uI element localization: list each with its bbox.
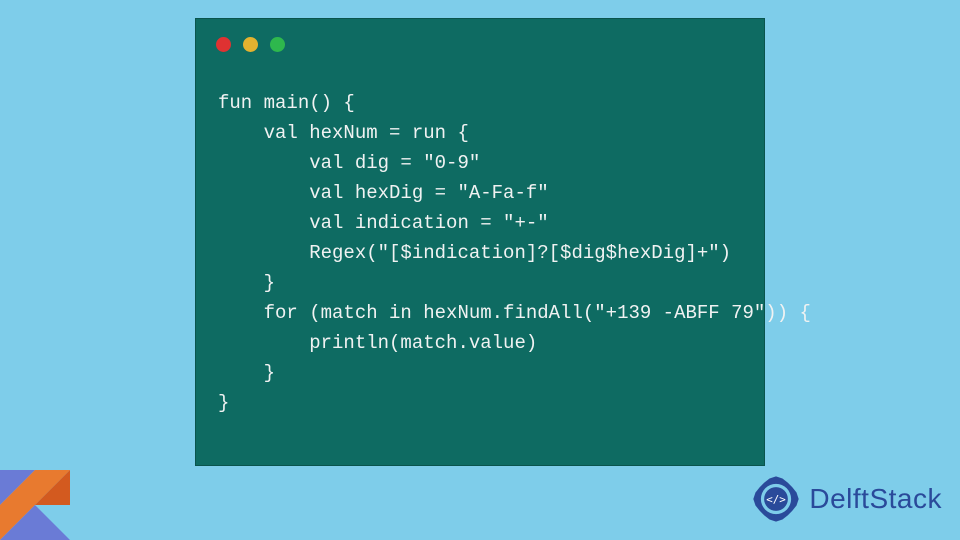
maximize-icon [270,37,285,52]
code-line: fun main() { [218,92,355,114]
code-line: for (match in hexNum.findAll("+139 -ABFF… [218,302,811,324]
code-line: val indication = "+-" [218,212,549,234]
brand-badge: </> DelftStack [749,472,942,526]
svg-text:</>: </> [767,493,787,506]
kotlin-logo-icon [0,470,70,540]
code-line: val dig = "0-9" [218,152,480,174]
brand-logo-icon: </> [749,472,803,526]
minimize-icon [243,37,258,52]
window-control-bar [196,19,764,60]
code-line: Regex("[$indication]?[$dig$hexDig]+") [218,242,731,264]
code-line: } [218,392,229,414]
brand-name: DelftStack [809,483,942,515]
code-line: println(match.value) [218,332,537,354]
code-window: fun main() { val hexNum = run { val dig … [195,18,765,466]
code-line: val hexDig = "A-Fa-f" [218,182,549,204]
code-line: val hexNum = run { [218,122,469,144]
code-line: } [218,362,275,384]
code-content: fun main() { val hexNum = run { val dig … [196,60,764,438]
code-line: } [218,272,275,294]
close-icon [216,37,231,52]
